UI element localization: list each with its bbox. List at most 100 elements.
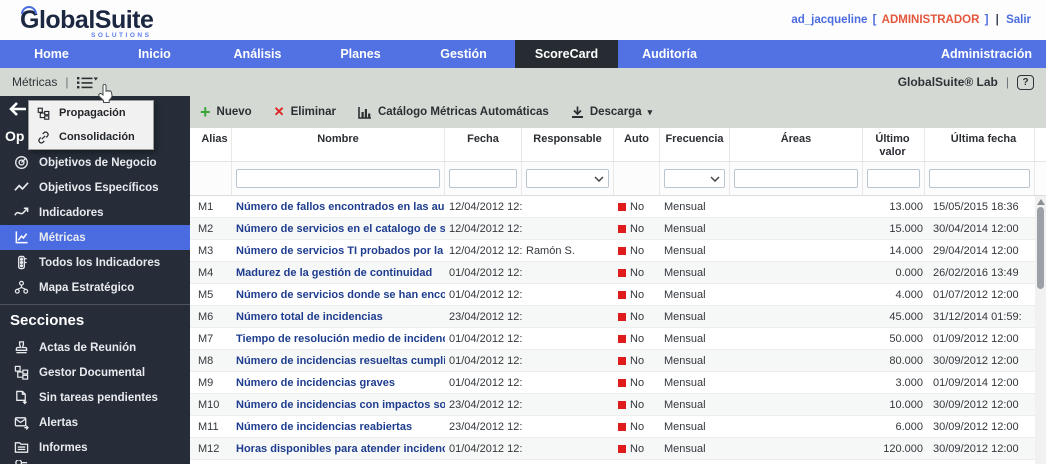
table-row[interactable]: M12 Horas disponibles para atender incid… — [190, 438, 1046, 460]
new-button[interactable]: + Nuevo — [200, 106, 252, 118]
logo-title: GlobalSuite — [20, 6, 153, 34]
col-header-alias[interactable]: Alias — [190, 128, 232, 161]
sidebar-item-partial[interactable] — [0, 460, 190, 464]
metric-alias: M6 — [190, 311, 232, 323]
sidebar-item-objetivos-especificos[interactable]: Objetivos Específicos — [0, 175, 190, 200]
table-row[interactable]: M2 Número de servicios en el catalogo de… — [190, 218, 1046, 240]
metric-ultimo-valor: 120.000 — [863, 443, 925, 455]
responsable-filter-select[interactable] — [526, 169, 609, 188]
target-icon — [14, 155, 29, 170]
bar-chart-icon — [358, 106, 372, 119]
stamp-icon — [14, 340, 29, 355]
sidebar-item-gestor-documental[interactable]: Gestor Documental — [0, 360, 190, 385]
col-header-ultimo-valor[interactable]: Último valor — [863, 128, 925, 161]
x-icon: ✕ — [274, 104, 285, 120]
scroll-up-arrow-icon[interactable] — [1037, 199, 1045, 205]
menu-item-propagacion[interactable]: Propagación — [29, 101, 153, 125]
tab-inicio[interactable]: Inicio — [103, 40, 206, 68]
vertical-scrollbar[interactable] — [1035, 196, 1046, 464]
table-row[interactable]: M6 Número total de incidencias 23/04/201… — [190, 306, 1046, 328]
tab-planes[interactable]: Planes — [309, 40, 412, 68]
col-header-fecha[interactable]: Fecha — [445, 128, 522, 161]
metric-name-link[interactable]: Número de incidencias graves — [232, 377, 445, 389]
sidebar-item-informes[interactable]: Informes — [0, 435, 190, 460]
auto-no-flag-icon — [618, 313, 626, 321]
col-header-areas[interactable]: Áreas — [730, 128, 863, 161]
tab-home[interactable]: Home — [0, 40, 103, 68]
frecuencia-filter-select[interactable] — [664, 169, 725, 188]
metric-name-link[interactable]: Número de fallos encontrados en las audi… — [232, 201, 445, 213]
sidebar-sections-heading: Secciones — [0, 304, 190, 335]
auto-no-flag-icon — [618, 357, 626, 365]
metric-fecha: 01/04/2012 12:00 — [445, 443, 522, 455]
auto-no-flag-icon — [618, 269, 626, 277]
metric-fecha: 23/04/2012 12:00 — [445, 421, 522, 433]
areas-filter-input[interactable] — [734, 169, 858, 188]
col-header-responsable[interactable]: Responsable — [522, 128, 614, 161]
table-row[interactable]: M1 Número de fallos encontrados en las a… — [190, 196, 1046, 218]
metric-name-link[interactable]: Número total de incidencias — [232, 311, 445, 323]
metric-name-link[interactable]: Tiempo de resolución medio de incidencia… — [232, 333, 445, 345]
fecha-filter-input[interactable] — [449, 169, 517, 188]
table-row[interactable]: M10 Número de incidencias con impactos s… — [190, 394, 1046, 416]
mail-icon — [14, 415, 29, 430]
tab-scorecard[interactable]: ScoreCard — [515, 40, 618, 68]
logout-link[interactable]: Salir — [1006, 14, 1031, 26]
catalog-button[interactable]: Catálogo Métricas Automáticas — [358, 106, 549, 119]
sidebar-item-todos-los-indicadores[interactable]: Todos los Indicadores — [0, 250, 190, 275]
table-row[interactable]: M5 Número de servicios donde se han enco… — [190, 284, 1046, 306]
sidebar-item-mapa-estrategico[interactable]: Mapa Estratégico — [0, 275, 190, 300]
ultima-fecha-filter-input[interactable] — [929, 169, 1030, 188]
col-header-frecuencia[interactable]: Frecuencia — [660, 128, 730, 161]
metric-name-link[interactable]: Número de servicios donde se han encontr… — [232, 289, 445, 301]
metric-alias: M8 — [190, 355, 232, 367]
metric-name-link[interactable]: Número de incidencias resueltas cumplien… — [232, 355, 445, 367]
sidebar-item-actas-de-reunion[interactable]: Actas de Reunión — [0, 335, 190, 360]
metric-alias: M12 — [190, 443, 232, 455]
nombre-filter-input[interactable] — [236, 169, 440, 188]
delete-button[interactable]: ✕ Eliminar — [274, 104, 336, 120]
download-button[interactable]: Descarga ▾ — [571, 106, 652, 119]
help-icon[interactable]: ? — [1017, 75, 1034, 90]
table-row[interactable]: M4 Madurez de la gestión de continuidad … — [190, 262, 1046, 284]
metric-name-link[interactable]: Madurez de la gestión de continuidad — [232, 267, 445, 279]
metric-ultima-fecha: 30/09/2012 12:00 — [925, 355, 1035, 367]
metric-name-link[interactable]: Número de servicios en el catalogo de se… — [232, 223, 445, 235]
col-header-nombre[interactable]: Nombre — [232, 128, 445, 161]
sidebar-item-metricas[interactable]: Métricas — [0, 225, 190, 250]
sidebar-item-sin-tareas-pendientes[interactable]: Sin tareas pendientes — [0, 385, 190, 410]
metric-auto: No — [614, 289, 660, 301]
menu-item-consolidacion[interactable]: Consolidación — [29, 125, 153, 149]
metric-ultima-fecha: 01/09/2014 12:00 — [925, 377, 1035, 389]
table-row[interactable]: M11 Número de incidencias reabiertas 23/… — [190, 416, 1046, 438]
link-icon — [37, 131, 50, 144]
metric-name-link[interactable]: Número de servicios TI probados por la c… — [232, 245, 445, 257]
metric-ultimo-valor: 10.000 — [863, 399, 925, 411]
col-header-auto[interactable]: Auto — [614, 128, 660, 161]
sidebar-item-alertas[interactable]: Alertas — [0, 410, 190, 435]
sidebar-item-indicadores[interactable]: Indicadores — [0, 200, 190, 225]
metric-auto: No — [614, 377, 660, 389]
table-row[interactable]: M3 Número de servicios TI probados por l… — [190, 240, 1046, 262]
scrollbar-thumb[interactable] — [1037, 207, 1044, 289]
key-icon — [14, 460, 29, 464]
metric-ultimo-valor: 15.000 — [863, 223, 925, 235]
metric-frecuencia: Mensual — [660, 355, 730, 367]
chevron-down-icon — [710, 176, 720, 182]
tab-gestion[interactable]: Gestión — [412, 40, 515, 68]
metric-name-link[interactable]: Horas disponibles para atender incidenci… — [232, 443, 445, 455]
table-row[interactable]: M9 Número de incidencias graves 01/04/20… — [190, 372, 1046, 394]
table-row[interactable]: M7 Tiempo de resolución medio de inciden… — [190, 328, 1046, 350]
metric-name-link[interactable]: Número de incidencias con impactos sobre… — [232, 399, 445, 411]
tab-auditoria[interactable]: Auditoría — [618, 40, 721, 68]
tab-administracion[interactable]: Administración — [927, 40, 1046, 68]
sidebar-item-objetivos-negocio[interactable]: Objetivos de Negocio — [0, 150, 190, 175]
metric-name-link[interactable]: Número de incidencias reabiertas — [232, 421, 445, 433]
ultimo-valor-filter-input[interactable] — [867, 169, 920, 188]
col-header-ultima-fecha[interactable]: Última fecha — [925, 128, 1035, 161]
sidebar: Op Objetivos de Negocio Objetivos Especí… — [0, 96, 190, 464]
username-link[interactable]: ad_jacqueline — [791, 14, 867, 26]
table-row[interactable]: M8 Número de incidencias resueltas cumpl… — [190, 350, 1046, 372]
tab-analisis[interactable]: Análisis — [206, 40, 309, 68]
view-options-menu-button[interactable] — [76, 75, 98, 90]
